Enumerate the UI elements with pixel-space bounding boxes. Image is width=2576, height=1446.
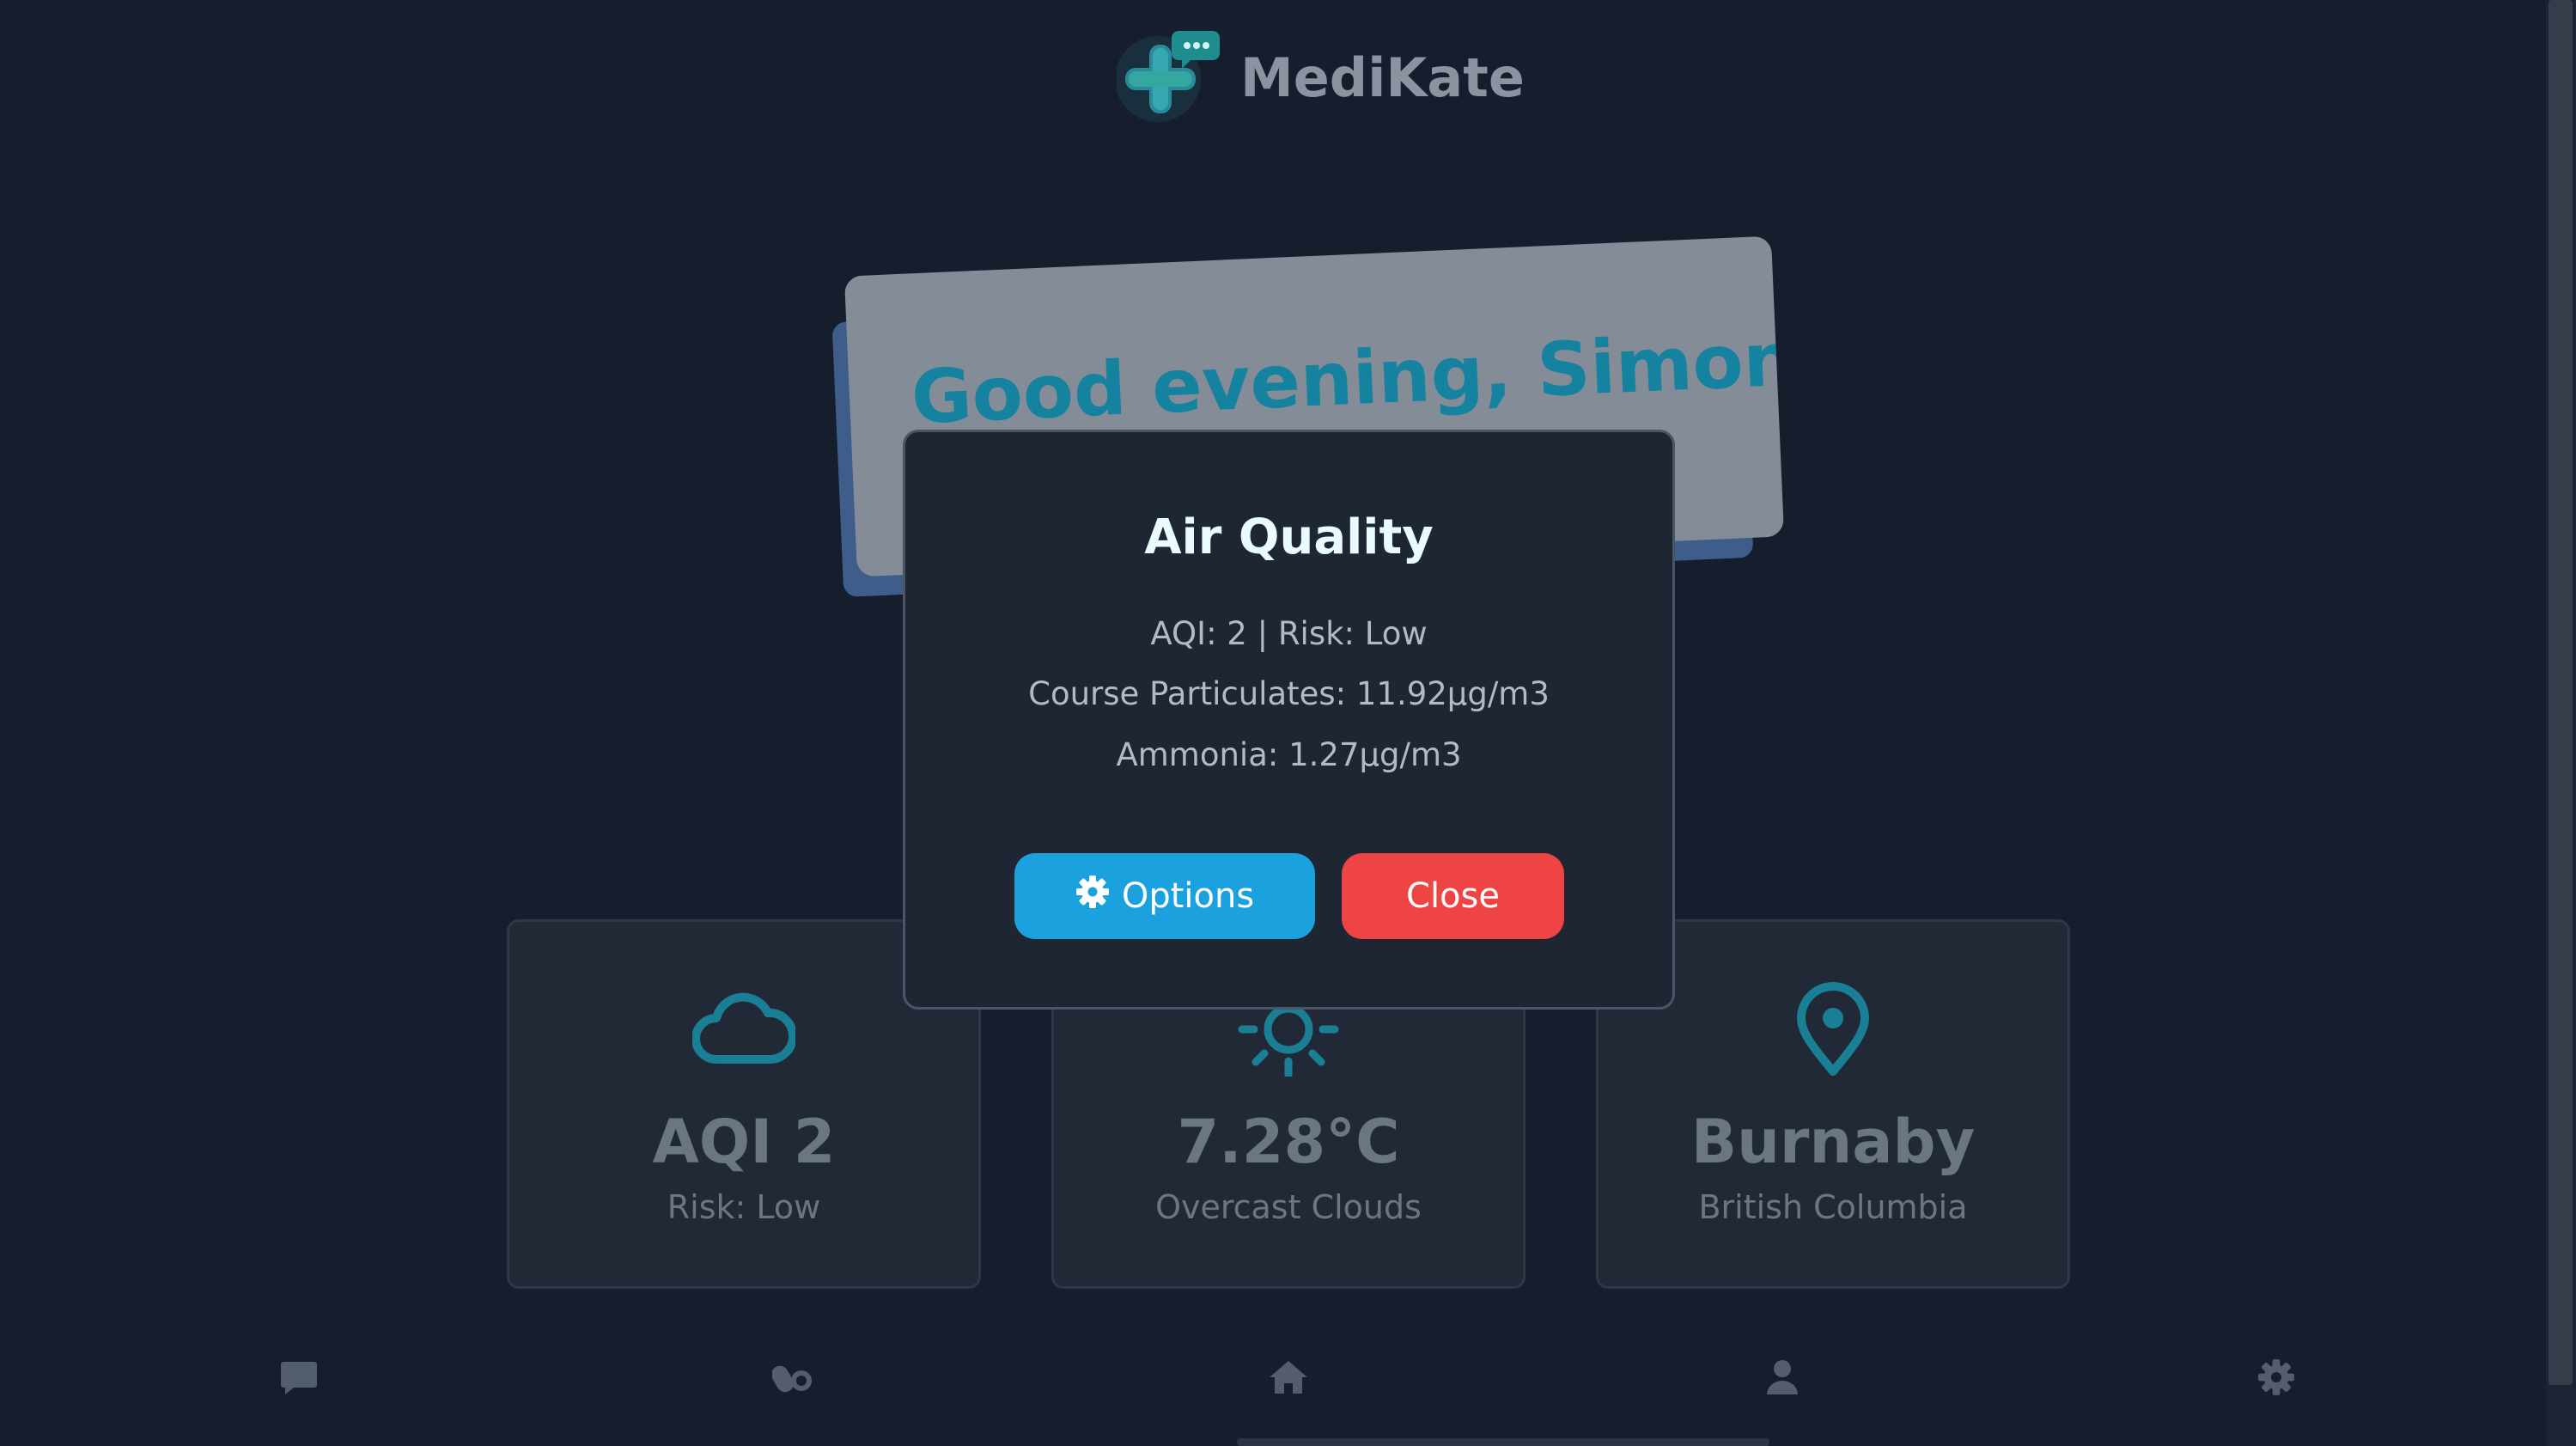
modal-aqi-line: AQI: 2 | Risk: Low (1150, 615, 1428, 652)
home-indicator (1237, 1438, 1769, 1446)
nav-medications[interactable] (767, 1353, 819, 1405)
temperature-value: 7.28°C (1177, 1107, 1400, 1177)
gear-icon (1075, 875, 1110, 918)
brand-name: MediKate (1240, 46, 1525, 109)
greeting-text: Good evening, Simon (909, 316, 1785, 442)
weather-description: Overcast Clouds (1155, 1188, 1422, 1226)
nav-profile[interactable] (1757, 1353, 1808, 1405)
home-icon (1268, 1358, 1309, 1400)
options-button[interactable]: Options (1014, 853, 1315, 939)
nav-home[interactable] (1263, 1353, 1314, 1405)
logo-icon (1115, 26, 1220, 129)
app-screen: MediKate Good evening, Simon AQI 2 Risk:… (0, 0, 2576, 1446)
modal-particulates-line: Course Particulates: 11.92µg/m3 (1028, 675, 1550, 712)
region-name: British Columbia (1698, 1188, 1968, 1226)
modal-title: Air Quality (1144, 509, 1434, 565)
close-label: Close (1406, 876, 1500, 916)
location-pin-icon (1781, 982, 1885, 1077)
gear-icon (2257, 1358, 2295, 1400)
aqi-value: AQI 2 (652, 1107, 836, 1177)
close-button[interactable]: Close (1342, 853, 1564, 939)
nav-settings[interactable] (2250, 1353, 2302, 1405)
brand-header: MediKate (1115, 26, 1525, 129)
options-label: Options (1121, 876, 1255, 916)
cloud-icon (692, 982, 795, 1077)
aqi-risk: Risk: Low (667, 1188, 821, 1226)
pills-icon (771, 1360, 813, 1398)
city-name: Burnaby (1690, 1107, 1976, 1177)
chat-icon (280, 1358, 318, 1400)
nav-chat[interactable] (273, 1353, 325, 1405)
user-icon (1765, 1358, 1800, 1400)
air-quality-modal: Air Quality AQI: 2 | Risk: Low Course Pa… (903, 430, 1675, 1010)
modal-ammonia-line: Ammonia: 1.27µg/m3 (1116, 736, 1462, 773)
scrollbar-thumb[interactable] (2549, 0, 2573, 1385)
